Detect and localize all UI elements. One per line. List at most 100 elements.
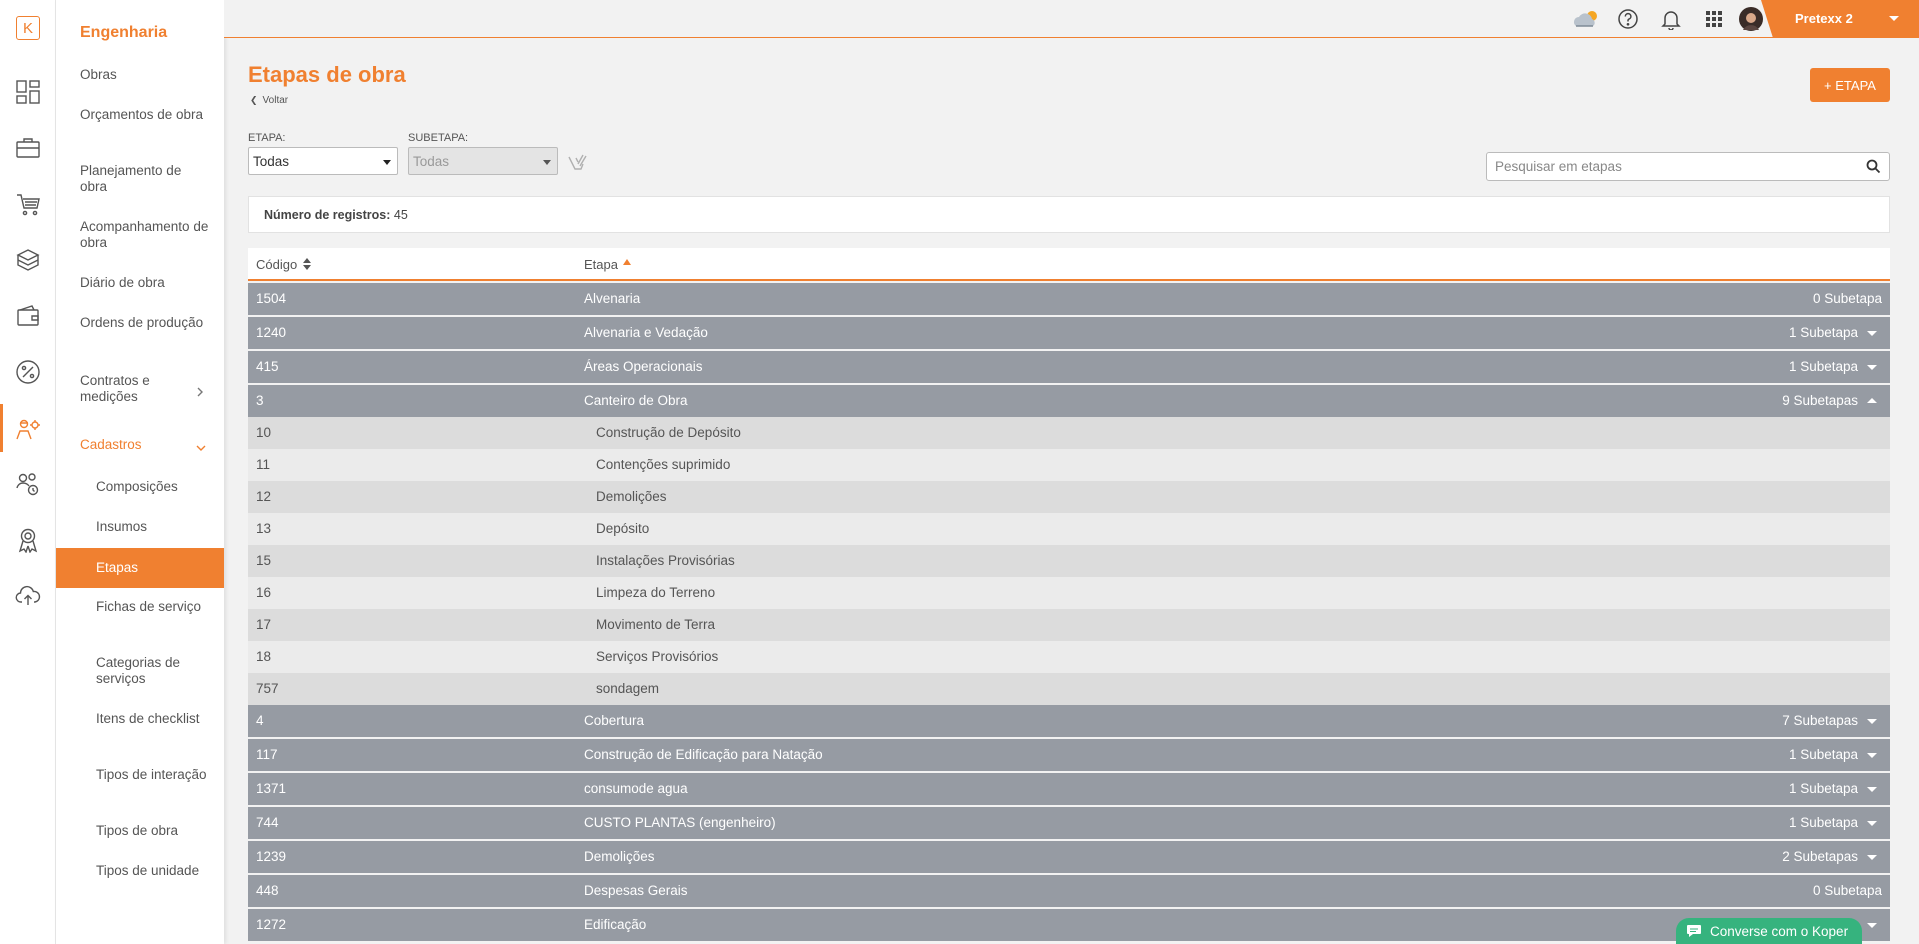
expand-caret-icon[interactable] bbox=[1867, 923, 1877, 928]
subetapa-row[interactable]: 18 Serviços Provisórios bbox=[248, 641, 1890, 673]
sidebar-item-contratos[interactable]: Contratos e medições bbox=[80, 373, 190, 405]
table-row[interactable]: 1371 consumode agua 1 Subetapa bbox=[248, 773, 1890, 805]
search-placeholder: Pesquisar em etapas bbox=[1495, 159, 1622, 174]
sidebar-item-ordens[interactable]: Ordens de produção bbox=[80, 315, 210, 331]
collapse-caret-icon[interactable] bbox=[1867, 398, 1877, 403]
etapa-select[interactable]: Todas bbox=[248, 147, 398, 175]
expand-caret-icon[interactable] bbox=[1867, 331, 1877, 336]
user-menu[interactable]: Pretexx 2 bbox=[1761, 0, 1919, 38]
row-name: Construção de Edificação para Natação bbox=[584, 747, 823, 762]
subrow-name: sondagem bbox=[596, 681, 660, 696]
column-header-etapa[interactable]: Etapa bbox=[584, 257, 631, 272]
subetapa-row[interactable]: 16 Limpeza do Terreno bbox=[248, 577, 1890, 609]
subetapa-row[interactable]: 11 Contenções suprimido bbox=[248, 449, 1890, 481]
row-code: 3 bbox=[256, 393, 264, 408]
table-row[interactable]: 1504 Alvenaria 0 Subetapa bbox=[248, 283, 1890, 315]
percent-icon[interactable] bbox=[14, 358, 42, 386]
subrow-code: 757 bbox=[256, 681, 279, 696]
table-row[interactable]: 744 CUSTO PLANTAS (engenheiro) 1 Subetap… bbox=[248, 807, 1890, 839]
table-row[interactable]: 1272 Edificação bbox=[248, 909, 1890, 941]
row-name: Edificação bbox=[584, 917, 647, 932]
subetapa-row[interactable]: 12 Demolições bbox=[248, 481, 1890, 513]
expand-caret-icon[interactable] bbox=[1867, 855, 1877, 860]
briefcase-icon[interactable] bbox=[14, 134, 42, 162]
sidebar-item-orcamentos[interactable]: Orçamentos de obra bbox=[80, 107, 210, 123]
row-subetapa-count: 1 Subetapa bbox=[1788, 815, 1858, 830]
expand-caret-icon[interactable] bbox=[1867, 719, 1877, 724]
sidebar-item-cadastros[interactable]: Cadastros bbox=[80, 437, 210, 453]
table-row[interactable]: 448 Despesas Gerais 0 Subetapa bbox=[248, 875, 1890, 907]
row-name: Canteiro de Obra bbox=[584, 393, 688, 408]
row-code: 1272 bbox=[256, 917, 287, 932]
back-label: Voltar bbox=[262, 95, 289, 106]
table-row[interactable]: 4 Cobertura 7 Subetapas bbox=[248, 705, 1890, 737]
subrow-name: Movimento de Terra bbox=[596, 617, 716, 632]
sidebar-subitem-tipos-interacao[interactable]: Tipos de interação bbox=[96, 767, 216, 783]
row-name: Despesas Gerais bbox=[584, 883, 688, 898]
add-etapa-button[interactable]: + ETAPA bbox=[1810, 68, 1890, 102]
sidebar-subitem-tipos-unidade[interactable]: Tipos de unidade bbox=[96, 863, 216, 879]
table-row[interactable]: 415 Áreas Operacionais 1 Subetapa bbox=[248, 351, 1890, 383]
row-name: Alvenaria bbox=[584, 291, 641, 306]
table-row[interactable]: 1240 Alvenaria e Vedação 1 Subetapa bbox=[248, 317, 1890, 349]
subetapa-row[interactable]: 13 Depósito bbox=[248, 513, 1890, 545]
clear-filter-icon[interactable] bbox=[566, 150, 592, 179]
row-code: 448 bbox=[256, 883, 279, 898]
expand-caret-icon[interactable] bbox=[1867, 787, 1877, 792]
subetapa-filter-label: SUBETAPA: bbox=[408, 132, 469, 144]
bell-icon[interactable] bbox=[1660, 8, 1682, 30]
sidebar-subitem-insumos[interactable]: Insumos bbox=[96, 519, 216, 535]
search-input[interactable]: Pesquisar em etapas bbox=[1486, 152, 1890, 181]
cloud-upload-icon[interactable] bbox=[14, 582, 42, 610]
records-count-bar: Número de registros: 45 bbox=[248, 196, 1890, 233]
sidebar-subitem-tipos-obra[interactable]: Tipos de obra bbox=[96, 823, 216, 839]
sidebar-subitem-categorias[interactable]: Categorias de serviços bbox=[96, 655, 216, 687]
subrow-code: 10 bbox=[256, 425, 272, 440]
app-logo[interactable]: K bbox=[16, 16, 40, 40]
sidebar-subitem-checklist[interactable]: Itens de checklist bbox=[96, 711, 216, 727]
table-row[interactable]: 1239 Demolições 2 Subetapas bbox=[248, 841, 1890, 873]
sidebar-subitem-fichas[interactable]: Fichas de serviço bbox=[96, 599, 216, 615]
dropdown-arrow-icon bbox=[383, 160, 391, 165]
subetapa-row[interactable]: 17 Movimento de Terra bbox=[248, 609, 1890, 641]
search-icon[interactable] bbox=[1866, 159, 1881, 177]
row-code: 4 bbox=[256, 713, 264, 728]
back-link[interactable]: ❮ Voltar bbox=[250, 95, 288, 106]
people-settings-icon[interactable] bbox=[14, 470, 42, 498]
dashboard-icon[interactable] bbox=[14, 78, 42, 106]
sidebar-item-acompanhamento[interactable]: Acompanhamento de obra bbox=[80, 219, 210, 251]
column-header-codigo[interactable]: Código bbox=[256, 257, 311, 272]
apps-grid-icon[interactable] bbox=[1703, 8, 1725, 30]
table-row[interactable]: 3 Canteiro de Obra 9 Subetapas bbox=[248, 385, 1890, 417]
subrow-name: Contenções suprimido bbox=[596, 457, 731, 472]
subetapa-row[interactable]: 15 Instalações Provisórias bbox=[248, 545, 1890, 577]
column-header-etapa-label: Etapa bbox=[584, 257, 618, 272]
award-icon[interactable] bbox=[14, 526, 42, 554]
etapas-table: 1504 Alvenaria 0 Subetapa 1240 Alvenaria… bbox=[248, 283, 1890, 943]
weather-icon[interactable] bbox=[1570, 8, 1604, 30]
table-row[interactable]: 117 Construção de Edificação para Nataçã… bbox=[248, 739, 1890, 771]
subetapa-row[interactable]: 757 sondagem bbox=[248, 673, 1890, 705]
row-code: 1239 bbox=[256, 849, 287, 864]
wallet-icon[interactable] bbox=[14, 302, 42, 330]
subetapa-row[interactable]: 10 Construção de Depósito bbox=[248, 417, 1890, 449]
chat-widget-button[interactable]: Converse com o Koper bbox=[1676, 918, 1862, 944]
row-code: 1504 bbox=[256, 291, 287, 306]
subrow-name: Limpeza do Terreno bbox=[596, 585, 716, 600]
sidebar-item-diario[interactable]: Diário de obra bbox=[80, 275, 210, 291]
sidebar-subitem-composicoes[interactable]: Composições bbox=[96, 479, 216, 495]
cart-icon[interactable] bbox=[14, 190, 42, 218]
help-icon[interactable] bbox=[1617, 8, 1639, 30]
expand-caret-icon[interactable] bbox=[1867, 365, 1877, 370]
row-subetapa-count: 7 Subetapas bbox=[1782, 713, 1858, 728]
row-name: Demolições bbox=[584, 849, 655, 864]
sidebar-subitem-etapas[interactable]: Etapas bbox=[56, 548, 224, 588]
column-header-codigo-label: Código bbox=[256, 257, 298, 272]
expand-caret-icon[interactable] bbox=[1867, 821, 1877, 826]
engineer-icon[interactable] bbox=[0, 404, 42, 452]
sidebar-item-obras[interactable]: Obras bbox=[80, 67, 210, 83]
sidebar-item-planejamento[interactable]: Planejamento de obra bbox=[80, 163, 210, 195]
expand-caret-icon[interactable] bbox=[1867, 753, 1877, 758]
top-bar: Pretexx 2 bbox=[224, 0, 1919, 38]
boxes-icon[interactable] bbox=[14, 246, 42, 274]
